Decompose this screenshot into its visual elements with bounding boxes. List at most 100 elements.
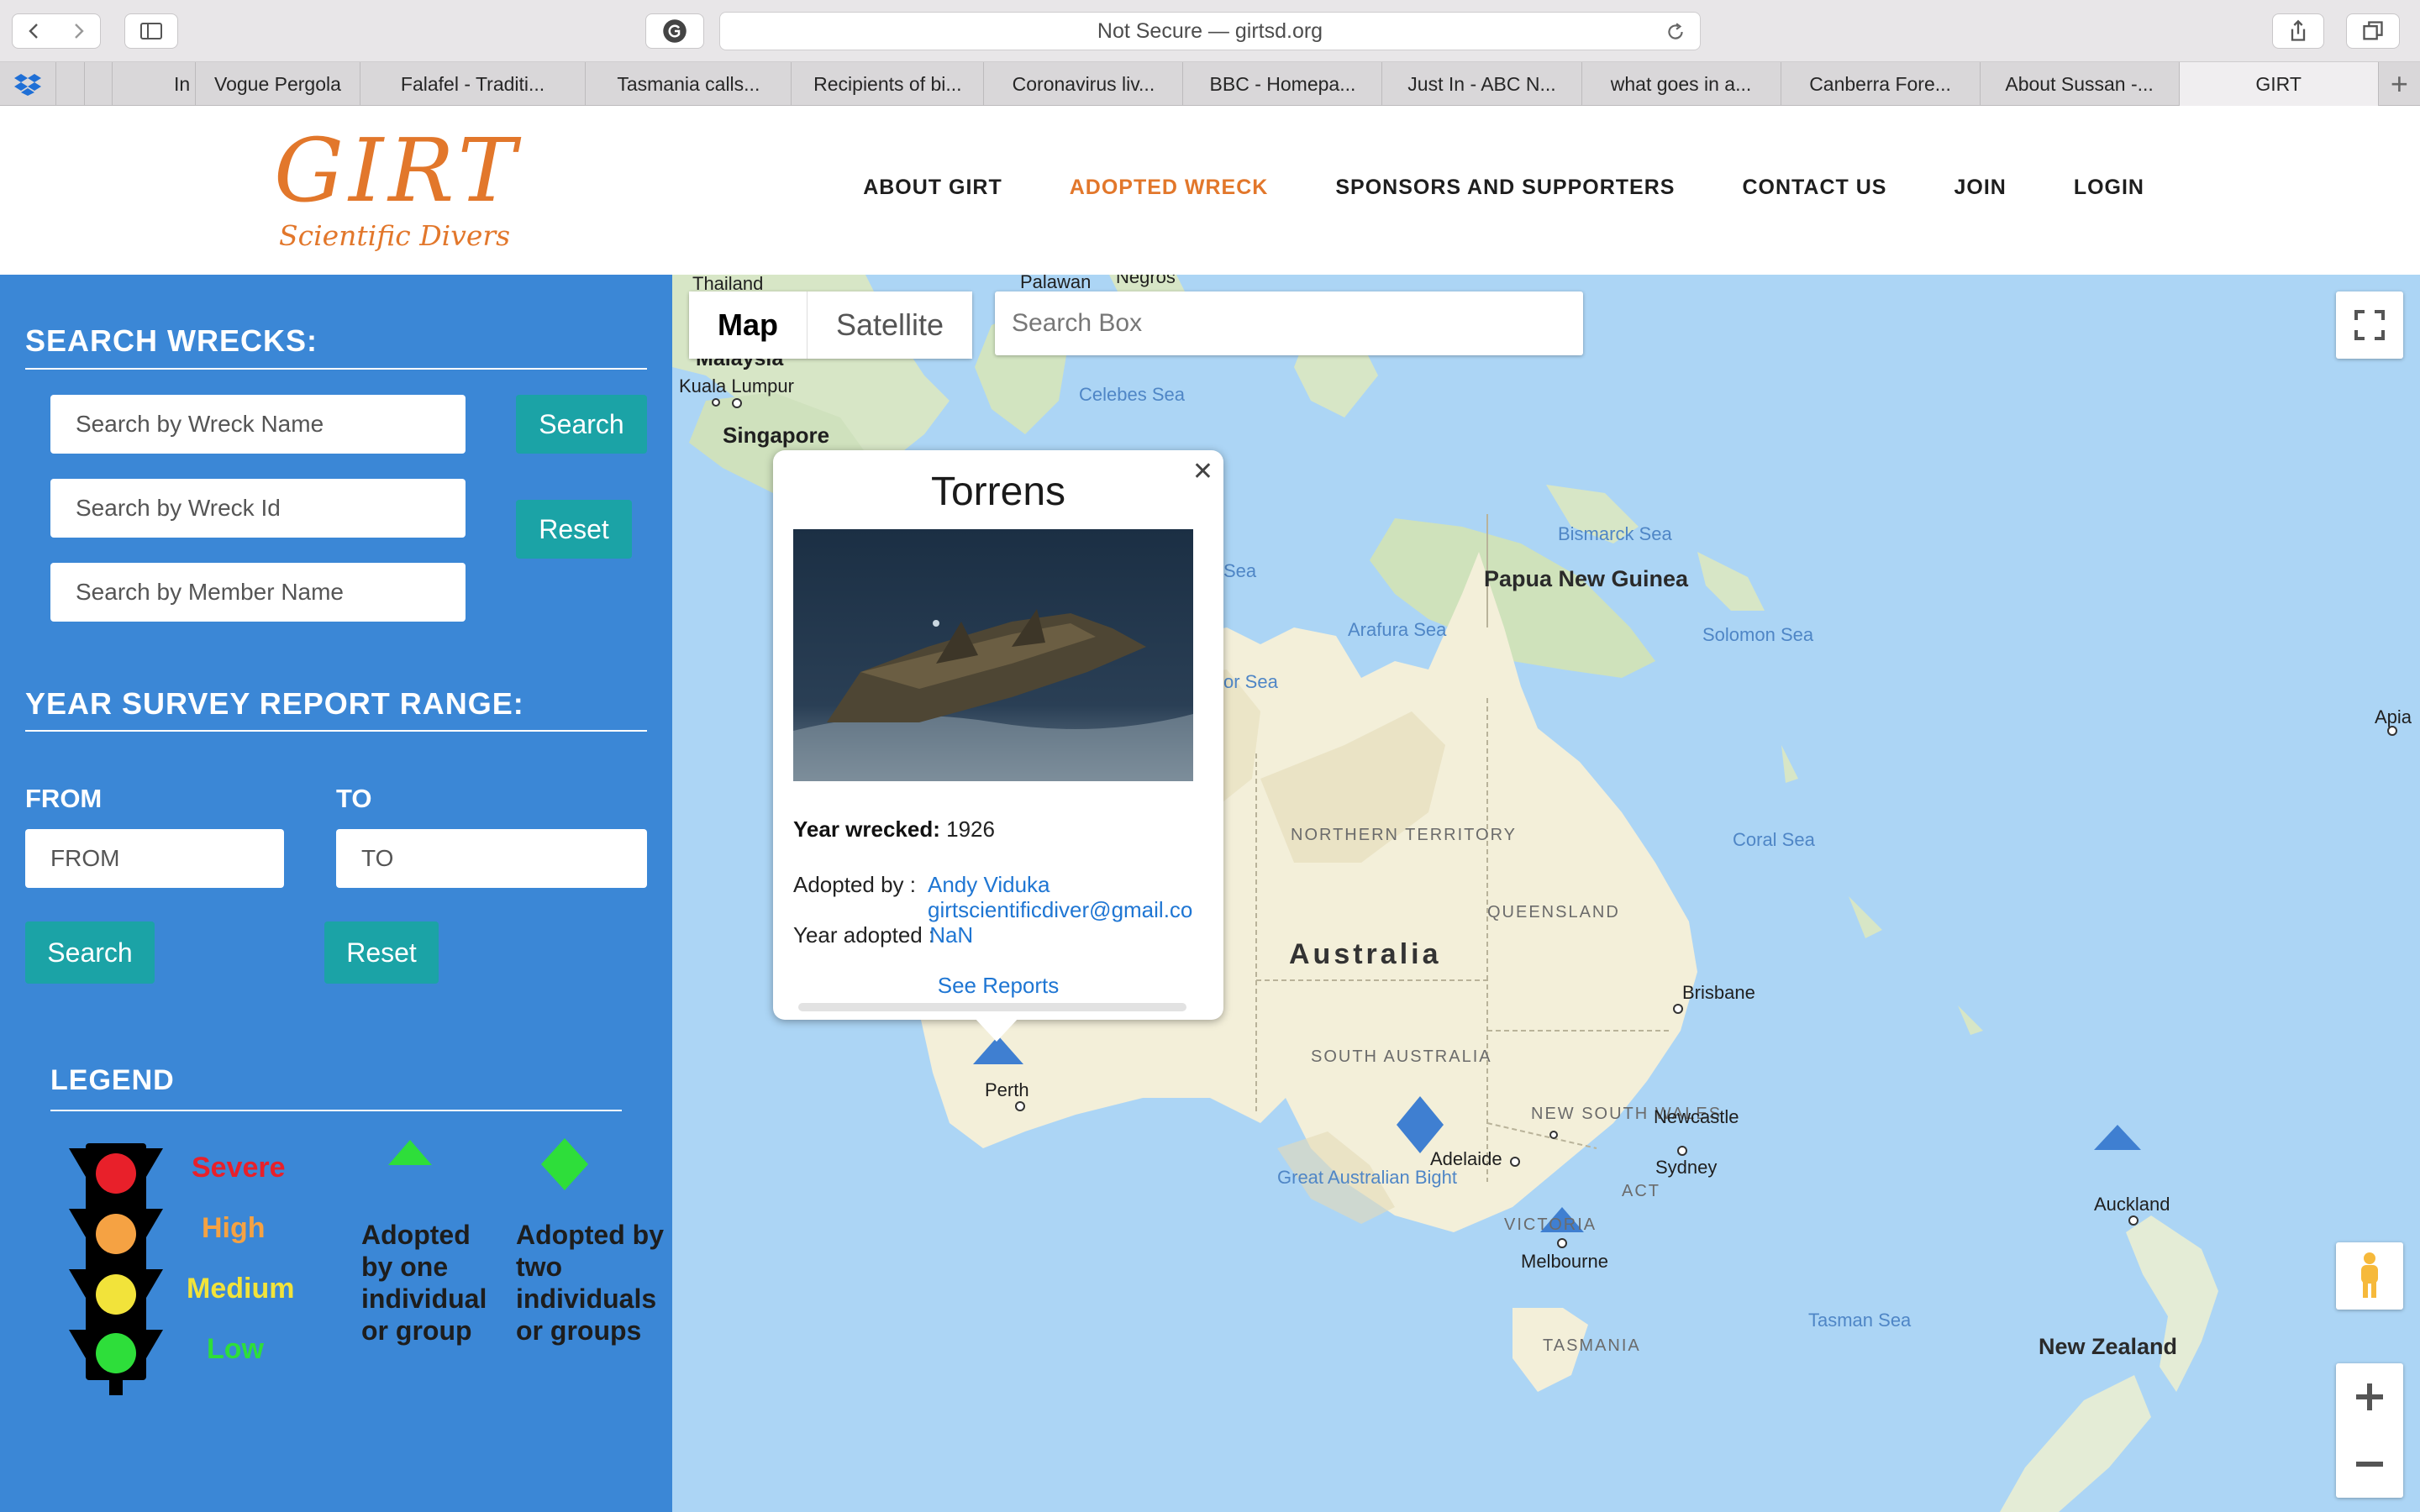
- new-tab-button[interactable]: +: [2379, 62, 2420, 106]
- adopter-email-link[interactable]: girtscientificdiver@gmail.co: [928, 897, 1192, 923]
- back-button[interactable]: [12, 13, 57, 49]
- map-label: Perth: [985, 1079, 1029, 1100]
- reset-range-button[interactable]: Reset: [324, 921, 439, 984]
- search-range-button[interactable]: Search: [25, 921, 155, 984]
- map-label: Coral Sea: [1733, 829, 1815, 850]
- wreck-name-input[interactable]: [50, 395, 466, 454]
- zoom-control: [2336, 1363, 2403, 1498]
- nav-sponsors[interactable]: SPONSORS AND SUPPORTERS: [1335, 176, 1675, 200]
- search-wrecks-button[interactable]: Search: [516, 395, 647, 454]
- pegman-icon: [2361, 1252, 2378, 1298]
- map-label: Auckland: [2094, 1194, 2170, 1215]
- nav-login[interactable]: LOGIN: [2074, 176, 2144, 200]
- from-year-input[interactable]: [25, 829, 284, 888]
- browser-tab[interactable]: Falafel - Traditi...: [360, 62, 587, 106]
- year-range-title: YEAR SURVEY REPORT RANGE:: [25, 686, 524, 721]
- map-label: Solomon Sea: [1702, 624, 1814, 645]
- pinned-tab[interactable]: [85, 62, 113, 106]
- browser-tab[interactable]: Canberra Fore...: [1781, 62, 1981, 106]
- browser-tab[interactable]: About Sussan -...: [1981, 62, 2180, 106]
- from-label: FROM: [25, 784, 103, 813]
- map-type-control: Map Satellite: [689, 291, 973, 359]
- map-label: Apia: [2375, 706, 2412, 727]
- map-label: Papua New Guinea: [1484, 566, 1689, 591]
- map-label: Sea: [1223, 560, 1257, 581]
- diamond-marker-icon: [541, 1138, 588, 1190]
- map-label: NORTHERN TERRITORY: [1291, 826, 1517, 844]
- browser-tab[interactable]: BBC - Homepa...: [1183, 62, 1383, 106]
- wreck-photo: [793, 529, 1193, 781]
- legend-high: High: [202, 1212, 266, 1244]
- map-label: Brisbane: [1682, 982, 1755, 1003]
- nav-adopted-wreck[interactable]: ADOPTED WRECK: [1070, 176, 1269, 200]
- wreck-id-input[interactable]: [50, 479, 466, 538]
- grammarly-icon: [663, 19, 687, 43]
- member-name-input[interactable]: [50, 563, 466, 622]
- browser-tab[interactable]: Tasmania calls...: [586, 62, 792, 106]
- chevron-right-icon: [74, 24, 84, 39]
- map-label: Singapore: [723, 423, 830, 448]
- map-label: VICTORIA: [1504, 1215, 1597, 1234]
- browser-tab[interactable]: Coronavirus liv...: [984, 62, 1184, 106]
- reset-wrecks-button[interactable]: Reset: [516, 500, 632, 559]
- divider: [25, 730, 647, 732]
- street-view-button[interactable]: [2336, 1242, 2403, 1310]
- nav-about-girt[interactable]: ABOUT GIRT: [863, 176, 1002, 200]
- pinned-tab[interactable]: [56, 62, 85, 106]
- map-label: New Zealand: [2039, 1334, 2178, 1359]
- year-adopted-label: Year adopted :: [793, 922, 935, 948]
- address-bar[interactable]: Not Secure — girtsd.org: [719, 12, 1701, 50]
- forward-button[interactable]: [55, 13, 101, 49]
- map-label: or Sea: [1223, 671, 1278, 692]
- zoom-in-icon[interactable]: [2353, 1363, 2386, 1431]
- map-label: ACT: [1622, 1182, 1660, 1200]
- adopter-name-link[interactable]: Andy Viduka: [928, 872, 1050, 898]
- map-label: Melbourne: [1521, 1251, 1608, 1272]
- search-wrecks-title: SEARCH WRECKS:: [25, 323, 318, 358]
- map-label: Kuala Lumpur: [679, 375, 794, 396]
- share-button[interactable]: [2272, 13, 2324, 49]
- girt-logo[interactable]: GIRT Scientific Divers: [271, 127, 516, 253]
- browser-tab[interactable]: In: [113, 62, 197, 106]
- dropbox-tab[interactable]: [0, 62, 57, 106]
- nav-contact-us[interactable]: CONTACT US: [1742, 176, 1886, 200]
- map-label: Celebes Sea: [1079, 384, 1185, 405]
- map-type-satellite-button[interactable]: Satellite: [808, 291, 973, 359]
- adopted-by-label: Adopted by :: [793, 872, 916, 897]
- legend-severe: Severe: [192, 1152, 286, 1184]
- tabs-icon: [2363, 21, 2383, 40]
- map-label: Bismarck Sea: [1558, 523, 1672, 544]
- zoom-out-icon[interactable]: [2353, 1431, 2386, 1498]
- browser-tab[interactable]: Vogue Pergola: [196, 62, 360, 106]
- map-label: Arafura Sea: [1348, 619, 1447, 640]
- sidebar-toggle-button[interactable]: [124, 13, 178, 49]
- divider: [50, 1110, 622, 1111]
- to-year-input[interactable]: [336, 829, 647, 888]
- map-label: QUEENSLAND: [1487, 903, 1620, 921]
- to-label: TO: [336, 784, 372, 813]
- browser-tab[interactable]: what goes in a...: [1582, 62, 1781, 106]
- address-text: Not Secure — girtsd.org: [1097, 18, 1323, 43]
- triangle-marker-icon: [388, 1140, 432, 1165]
- main-nav: ABOUT GIRT ADOPTED WRECK SPONSORS AND SU…: [863, 176, 2144, 200]
- tab-overview-button[interactable]: [2346, 13, 2400, 49]
- map-label: NEW SOUTH WALES: [1531, 1105, 1723, 1123]
- reload-icon[interactable]: [1665, 21, 1686, 43]
- legend-adopted-one: Adopted by one individual or group: [361, 1220, 487, 1346]
- wreck-info-window: ✕ Torrens Year wrecked: 1926 Adopted by …: [773, 450, 1223, 1020]
- browser-tab[interactable]: Just In - ABC N...: [1382, 62, 1582, 106]
- browser-tab-active[interactable]: GIRT: [2179, 62, 2379, 106]
- map-type-map-button[interactable]: Map: [689, 291, 808, 359]
- traffic-light-icon: [69, 1143, 163, 1395]
- extension-button[interactable]: [645, 13, 704, 49]
- fullscreen-button[interactable]: [2336, 291, 2403, 359]
- info-window-scrollbar[interactable]: [798, 1003, 1186, 1011]
- map-search-input[interactable]: [995, 291, 1583, 355]
- map-label: Palawan: [1020, 275, 1092, 292]
- nav-join[interactable]: JOIN: [1954, 176, 2006, 200]
- legend-low: Low: [207, 1333, 264, 1365]
- dropbox-icon: [14, 74, 42, 96]
- see-reports-link[interactable]: See Reports: [773, 973, 1223, 999]
- year-wrecked-value: 1926: [946, 816, 995, 842]
- browser-tab[interactable]: Recipients of bi...: [792, 62, 985, 106]
